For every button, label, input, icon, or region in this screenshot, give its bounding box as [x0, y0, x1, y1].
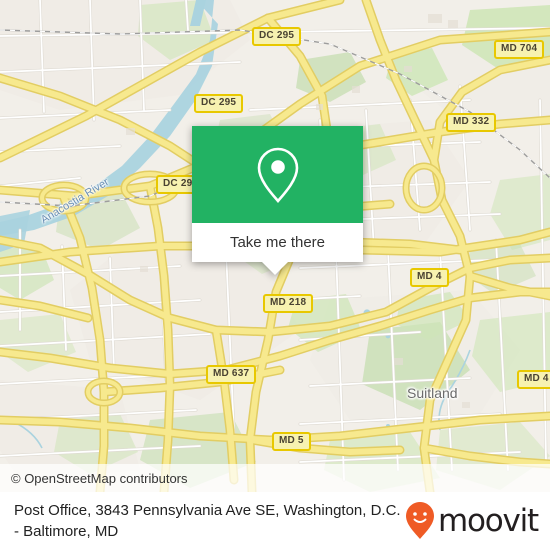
shield-md-332[interactable]: MD 332 [446, 113, 497, 132]
shield-md-5[interactable]: MD 5 [272, 432, 311, 451]
shield-md-218[interactable]: MD 218 [263, 294, 314, 313]
shield-md-4-east[interactable]: MD 4 [517, 370, 550, 389]
moovit-pin-smiley-icon [405, 502, 434, 539]
moovit-logo[interactable]: moovit [405, 501, 539, 541]
place-label-suitland: Suitland [407, 385, 458, 401]
take-me-there-button[interactable]: Take me there [192, 223, 363, 262]
map-canvas[interactable]: .res { fill:#eeeae4; } .park { fill:#cfe… [0, 0, 550, 492]
popup-header [192, 126, 363, 223]
take-me-there-label: Take me there [229, 234, 326, 251]
footer-bar: Post Office, 3843 Pennsylvania Ave SE, W… [0, 492, 550, 550]
popup-pointer [262, 262, 288, 275]
osm-attribution-text[interactable]: © OpenStreetMap contributors [0, 471, 188, 486]
shield-md-4-north[interactable]: MD 4 [410, 268, 449, 287]
location-title: Post Office, 3843 Pennsylvania Ave SE, W… [14, 502, 401, 540]
map-popup[interactable]: Take me there [192, 126, 363, 275]
shield-md-637[interactable]: MD 637 [206, 365, 257, 384]
map-attribution-bar: © OpenStreetMap contributors [0, 464, 550, 492]
shield-dc-295-mid[interactable]: DC 295 [194, 94, 244, 113]
map-pin-icon [257, 147, 298, 203]
shield-md-704[interactable]: MD 704 [494, 40, 545, 59]
moovit-wordmark: moovit [437, 503, 539, 539]
shield-dc-295-north[interactable]: DC 295 [252, 27, 302, 46]
screenshot-root: .res { fill:#eeeae4; } .park { fill:#cfe… [0, 0, 550, 550]
